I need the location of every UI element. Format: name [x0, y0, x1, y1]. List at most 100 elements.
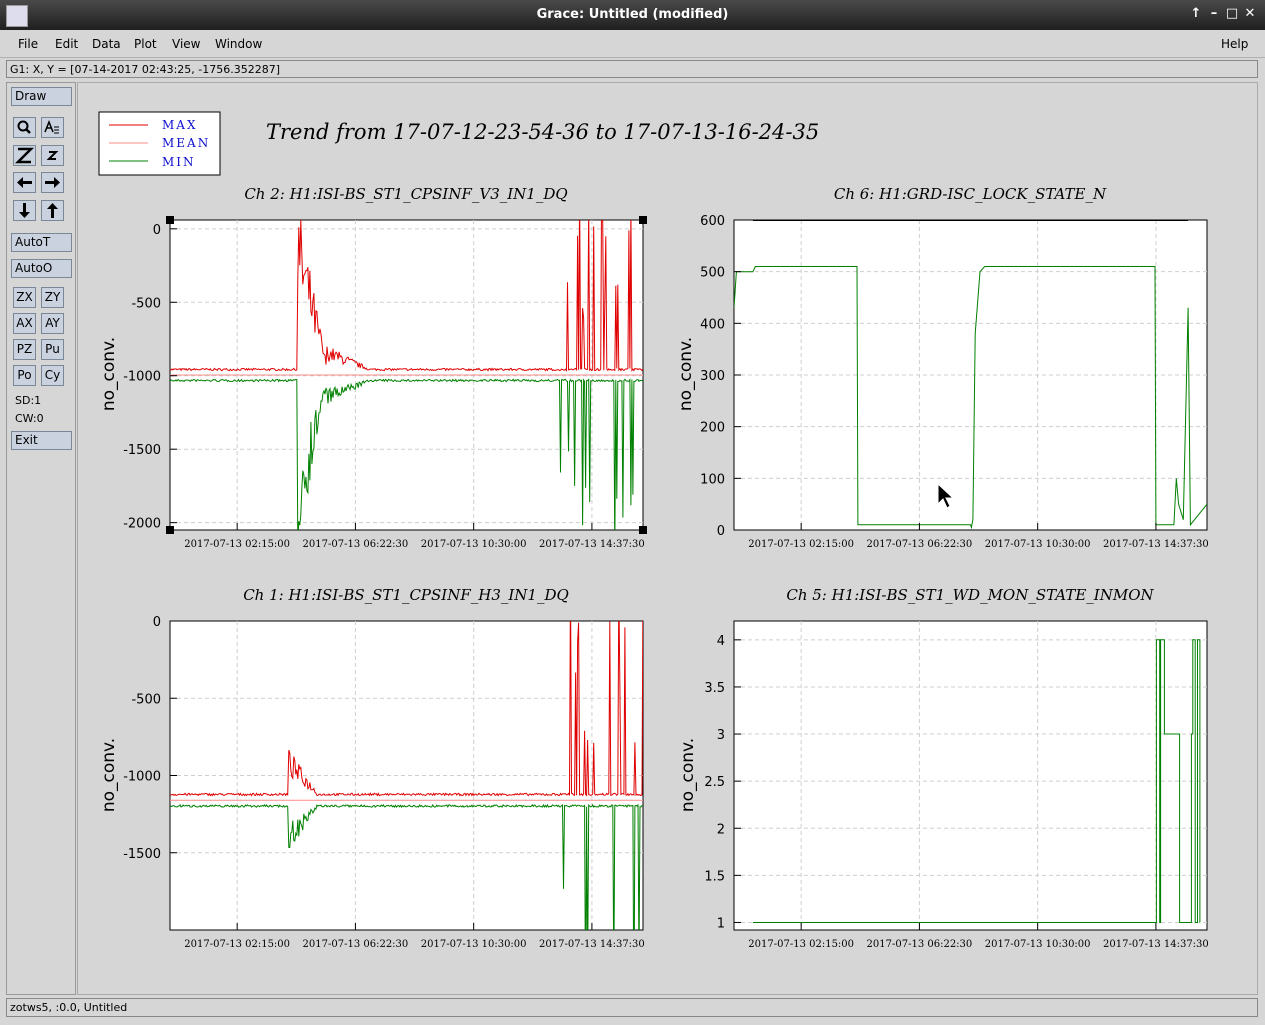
window-close-button[interactable]: ✕ — [1242, 6, 1258, 22]
arrow-up-icon — [47, 203, 58, 218]
y-tick-label: -500 — [131, 692, 161, 707]
zx-button[interactable]: ZX — [13, 287, 36, 308]
graph-ch2-title: Ch 2: H1:ISI-BS_ST1_CPSINF_V3_IN1_DQ — [244, 185, 567, 203]
graph-ch1[interactable]: Ch 1: H1:ISI-BS_ST1_CPSINF_H3_IN1_DQ 0 -5… — [99, 574, 645, 994]
selection-handle[interactable] — [166, 216, 174, 224]
x-tick-label: 2017-07-13 02:15:00 — [748, 539, 854, 550]
graph-ch5-title: Ch 5: H1:ISI-BS_ST1_WD_MON_STATE_INMON — [786, 586, 1154, 604]
graph-ch2-y-ticks: 0 -500 -1000 -1500 -2000 — [123, 223, 177, 532]
x-tick-label: 2017-07-13 10:30:00 — [421, 539, 527, 550]
x-tick-label: 2017-07-13 14:37:30 — [1103, 539, 1209, 550]
y-tick-label: -1000 — [123, 370, 161, 385]
zoom-out-button[interactable] — [41, 145, 64, 166]
text-tool-button[interactable] — [41, 117, 64, 138]
menu-view[interactable]: View — [172, 37, 200, 51]
menu-window[interactable]: Window — [215, 37, 262, 51]
text-tool-icon — [44, 119, 59, 134]
y-tick-label: 200 — [700, 421, 725, 436]
menu-data[interactable]: Data — [92, 37, 121, 51]
x-tick-label: 2017-07-13 14:37:30 — [539, 939, 645, 950]
ax-button[interactable]: AX — [13, 313, 36, 334]
pz-button[interactable]: PZ — [13, 339, 36, 360]
y-tick-label: 0 — [717, 524, 725, 539]
trend-header: Trend from 17-07-12-23-54-36 to 17-07-13… — [266, 120, 819, 144]
plot-canvas[interactable]: MAX MEAN MIN Trend from 17-07-12-23-54-3… — [77, 82, 1258, 995]
ay-button[interactable]: AY — [41, 313, 64, 334]
y-tick-label: 1 — [717, 916, 725, 931]
graph-ch5-frame — [733, 620, 1208, 931]
menu-bar: File Edit Data Plot View Window Help — [0, 31, 1265, 58]
selection-handle[interactable] — [166, 526, 174, 534]
scroll-up-button[interactable] — [41, 200, 64, 221]
menu-plot[interactable]: Plot — [134, 37, 157, 51]
window-minimize-button[interactable]: – — [1206, 6, 1222, 22]
zoom-tool-button[interactable] — [13, 117, 36, 138]
arrow-down-icon — [19, 203, 30, 218]
y-tick-label: 400 — [700, 317, 725, 332]
graph-ch2-ylabel: no_conv. — [99, 337, 119, 411]
y-tick-label: 2 — [717, 822, 725, 837]
current-world-label: CW:0 — [15, 412, 44, 425]
title-bar: Grace: Untitled (modified) ↑ – □ ✕ — [0, 0, 1265, 30]
locator-readout: G1: X, Y = [07-14-2017 02:43:25, -1756.3… — [6, 60, 1258, 78]
toolbox: Draw AutoT AutoO ZX ZY AX AY PZ Pu Po Cy… — [6, 82, 76, 995]
selection-handle[interactable] — [639, 216, 647, 224]
exit-button[interactable]: Exit — [11, 431, 72, 450]
y-tick-label: 1.5 — [704, 869, 725, 884]
y-tick-label: -500 — [131, 296, 161, 311]
y-tick-label: 500 — [700, 266, 725, 281]
pu-button[interactable]: Pu — [41, 339, 64, 360]
window-maximize-button[interactable]: □ — [1224, 6, 1240, 22]
legend-max-label: MAX — [162, 118, 198, 132]
window-raise-button[interactable]: ↑ — [1188, 6, 1204, 22]
zoom-z-small-icon — [46, 151, 59, 160]
x-tick-label: 2017-07-13 10:30:00 — [985, 539, 1091, 550]
x-tick-label: 2017-07-13 02:15:00 — [748, 939, 854, 950]
magnifier-icon — [17, 120, 31, 134]
x-tick-label: 2017-07-13 06:22:30 — [303, 539, 409, 550]
status-bar: zotws5, :0.0, Untitled — [6, 998, 1258, 1017]
graph-ch5[interactable]: Ch 5: H1:ISI-BS_ST1_WD_MON_STATE_INMON 4… — [678, 586, 1209, 950]
scroll-right-button[interactable] — [41, 172, 64, 193]
arrow-right-icon — [45, 177, 60, 188]
graph-ch1-y-ticks: 0 -500 -1000 -1500 — [123, 615, 177, 862]
menu-help[interactable]: Help — [1221, 37, 1248, 51]
y-tick-label: 3.5 — [704, 681, 725, 696]
legend-mean-label: MEAN — [162, 136, 210, 150]
x-tick-label: 2017-07-13 02:15:00 — [184, 939, 290, 950]
x-tick-label: 2017-07-13 14:37:30 — [539, 539, 645, 550]
y-tick-label: 0 — [153, 615, 161, 630]
zoom-in-button[interactable] — [13, 145, 36, 166]
graph-ch5-ylabel: no_conv. — [678, 738, 698, 812]
y-tick-label: -1500 — [123, 847, 161, 862]
scroll-left-button[interactable] — [13, 172, 36, 193]
x-tick-label: 2017-07-13 02:15:00 — [184, 539, 290, 550]
graph-ch2[interactable]: Ch 2: H1:ISI-BS_ST1_CPSINF_V3_IN1_DQ 0 -5… — [99, 164, 647, 554]
autoscale-button[interactable]: AutoT — [11, 233, 72, 252]
graph-ch1-title: Ch 1: H1:ISI-BS_ST1_CPSINF_H3_IN1_DQ — [243, 586, 569, 604]
autoticks-button[interactable]: AutoO — [11, 259, 72, 278]
window-title: Grace: Untitled (modified) — [536, 7, 729, 22]
x-tick-label: 2017-07-13 06:22:30 — [867, 539, 973, 550]
y-tick-label: -1500 — [123, 443, 161, 458]
graph-ch6-ylabel: no_conv. — [676, 337, 696, 411]
y-tick-label: -1000 — [123, 770, 161, 785]
draw-button[interactable]: Draw — [11, 87, 72, 106]
menu-file[interactable]: File — [18, 37, 38, 51]
y-tick-label: 100 — [700, 472, 725, 487]
scroll-down-button[interactable] — [13, 200, 36, 221]
y-tick-label: 600 — [700, 214, 725, 229]
plot-svg[interactable]: MAX MEAN MIN Trend from 17-07-12-23-54-3… — [78, 83, 1257, 994]
menu-edit[interactable]: Edit — [55, 37, 78, 51]
cy-button[interactable]: Cy — [41, 365, 64, 386]
zy-button[interactable]: ZY — [41, 287, 64, 308]
legend-min-label: MIN — [162, 155, 196, 169]
y-tick-label: -2000 — [123, 517, 161, 532]
zoom-z-large-icon — [14, 147, 35, 164]
graph-ch6-title: Ch 6: H1:GRD-ISC_LOCK_STATE_N — [834, 185, 1107, 203]
y-tick-label: 4 — [717, 634, 725, 649]
x-tick-label: 2017-07-13 06:22:30 — [867, 939, 973, 950]
selection-handle[interactable] — [639, 526, 647, 534]
po-button[interactable]: Po — [13, 365, 36, 386]
graph-ch1-ylabel: no_conv. — [99, 738, 119, 812]
